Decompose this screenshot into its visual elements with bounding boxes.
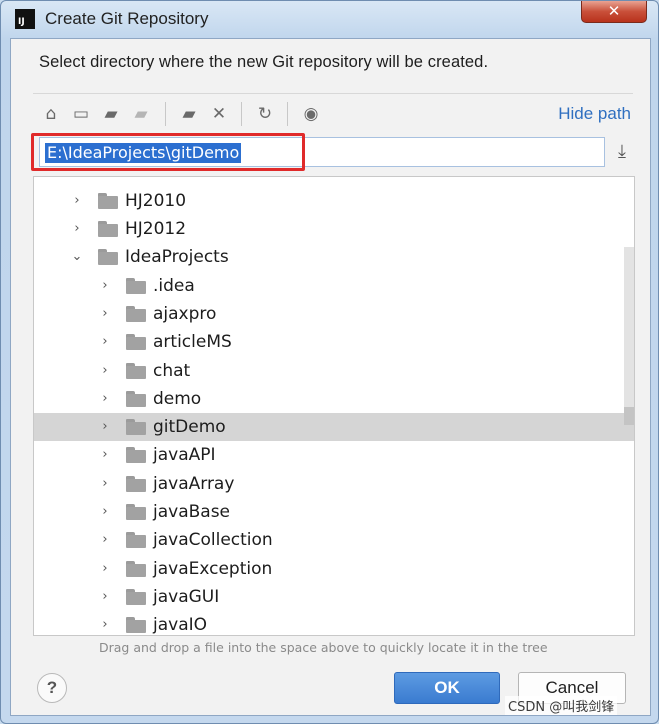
tree-item[interactable]: › gitDemo xyxy=(34,413,634,442)
folder-icon xyxy=(126,504,146,520)
folder-icon xyxy=(126,588,146,605)
desktop-icon[interactable]: ▭ xyxy=(71,104,91,124)
chevron-right-icon[interactable]: › xyxy=(98,474,112,494)
chevron-right-icon[interactable]: › xyxy=(98,502,112,522)
tree-item-label: chat xyxy=(153,360,191,381)
project-folder-icon[interactable]: ▰ xyxy=(101,104,121,124)
tree-item[interactable]: › javaGUI xyxy=(34,583,634,611)
tree-scrollbar-thumb[interactable] xyxy=(624,407,634,425)
tree-item[interactable]: › articleMS xyxy=(34,328,634,356)
directory-tree[interactable]: › javaIO › javaGUI › javaException › javaCollec… xyxy=(33,176,635,636)
tree-scrollbar[interactable] xyxy=(624,247,634,425)
chevron-right-icon[interactable]: › xyxy=(70,219,84,239)
folder-icon xyxy=(98,249,118,266)
tree-item[interactable]: ⌄ IdeaProjects xyxy=(34,243,634,271)
tree-item-label: HJ2010 xyxy=(125,190,187,211)
chevron-right-icon[interactable]: › xyxy=(98,445,112,465)
chevron-right-icon[interactable]: › xyxy=(98,361,112,381)
module-folder-icon[interactable]: ▰ xyxy=(131,104,151,124)
tree-item-label: javaCollection xyxy=(153,530,273,551)
folder-icon xyxy=(126,390,146,407)
tree-item-label: javaIO xyxy=(153,615,208,636)
chevron-down-icon[interactable]: ⌄ xyxy=(70,247,84,267)
tree-item-label: ajaxpro xyxy=(153,303,217,324)
tree-item-label: javaBase xyxy=(153,502,231,522)
tree-item-label: gitDemo xyxy=(153,417,226,438)
tree-item-label: javaArray xyxy=(153,473,235,494)
folder-icon xyxy=(98,192,118,209)
title-bar[interactable]: IJ Create Git Repository ✕ xyxy=(1,1,658,37)
tree-item[interactable]: › javaBase xyxy=(34,498,634,526)
tree-item-label: demo xyxy=(153,388,202,409)
drag-drop-hint: Drag and drop a file into the space abov… xyxy=(99,640,548,655)
delete-icon[interactable]: ✕ xyxy=(209,104,229,124)
folder-icon xyxy=(126,560,146,577)
folder-icon xyxy=(126,447,146,464)
show-hidden-icon[interactable]: ◉ xyxy=(301,104,321,124)
tree-item[interactable]: › .idea xyxy=(34,272,634,300)
chevron-right-icon[interactable]: › xyxy=(98,559,112,579)
dialog-window: IJ Create Git Repository ✕ Select direct… xyxy=(0,0,659,724)
folder-icon xyxy=(126,532,146,549)
tree-item-label: IdeaProjects xyxy=(125,247,229,268)
tree-item[interactable]: › javaAPI xyxy=(34,441,634,469)
chevron-right-icon[interactable]: › xyxy=(98,332,112,352)
folder-icon xyxy=(126,419,146,436)
path-row: E:\IdeaProjects\gitDemo ⤓ xyxy=(31,133,633,171)
chevron-right-icon[interactable]: › xyxy=(98,304,112,324)
chevron-right-icon[interactable]: › xyxy=(98,389,112,409)
chevron-right-icon[interactable]: › xyxy=(98,530,112,550)
folder-icon xyxy=(126,334,146,351)
help-button[interactable]: ? xyxy=(37,673,67,703)
toolbar-separator xyxy=(165,102,166,126)
chevron-right-icon[interactable]: › xyxy=(98,417,112,437)
tree-item[interactable]: › HJ2010 xyxy=(34,187,634,215)
chevron-right-icon[interactable]: › xyxy=(98,615,112,635)
window-title: Create Git Repository xyxy=(45,9,209,28)
folder-icon xyxy=(126,475,146,492)
tree-item-label: javaGUI xyxy=(153,586,220,607)
tree-item[interactable]: › javaArray xyxy=(34,470,634,498)
chevron-right-icon[interactable]: › xyxy=(70,191,84,211)
tree-item-label: .idea xyxy=(153,275,195,296)
toolbar-separator xyxy=(287,102,288,126)
tree-item[interactable]: › chat xyxy=(34,357,634,385)
csdn-watermark: CSDN @叫我剑锋 xyxy=(505,696,618,715)
tree-item[interactable]: › HJ2012 xyxy=(34,215,634,243)
ok-button[interactable]: OK xyxy=(394,672,500,704)
refresh-icon[interactable]: ↻ xyxy=(255,104,275,124)
intellij-logo-icon: IJ xyxy=(15,9,35,29)
home-icon[interactable]: ⌂ xyxy=(41,104,61,124)
tree-item[interactable]: › javaIO xyxy=(34,611,634,636)
tree-item[interactable]: › javaException xyxy=(34,555,634,583)
tree-item-label: javaException xyxy=(153,558,273,579)
tree-item-label: articleMS xyxy=(153,332,232,353)
folder-icon xyxy=(126,305,146,322)
folder-icon xyxy=(126,362,146,379)
dialog-content: Select directory where the new Git repos… xyxy=(10,38,651,716)
tree-item-label: HJ2012 xyxy=(125,219,187,239)
folder-icon xyxy=(98,221,118,237)
red-highlight-annotation xyxy=(31,133,305,171)
toolbar-separator xyxy=(241,102,242,126)
folder-icon xyxy=(126,617,146,634)
folder-icon xyxy=(126,277,146,294)
chevron-right-icon[interactable]: › xyxy=(98,276,112,296)
chevron-right-icon[interactable]: › xyxy=(98,587,112,607)
tree-item[interactable]: › demo xyxy=(34,385,634,413)
tree-item-label: javaAPI xyxy=(153,445,216,466)
tree-item[interactable]: › ajaxpro xyxy=(34,300,634,328)
file-chooser-toolbar: ⌂ ▭ ▰ ▰ ▰ ✕ ↻ ◉ Hide path xyxy=(33,93,633,129)
new-folder-icon[interactable]: ▰ xyxy=(179,104,199,124)
close-button[interactable]: ✕ xyxy=(581,1,647,23)
hide-path-link[interactable]: Hide path xyxy=(558,104,631,124)
download-icon[interactable]: ⤓ xyxy=(613,141,631,163)
tree-item[interactable]: › javaCollection xyxy=(34,526,634,554)
dialog-prompt: Select directory where the new Git repos… xyxy=(39,53,489,71)
